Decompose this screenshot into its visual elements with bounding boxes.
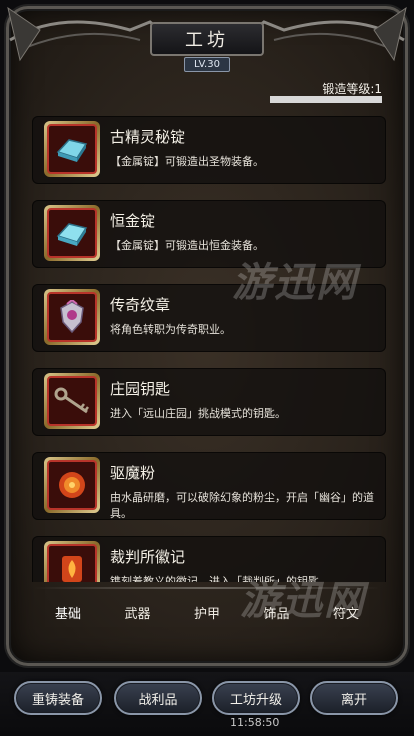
forge-progress-fill [271,97,381,102]
tab-armor[interactable]: 护甲 [179,603,235,622]
forge-progress-bar [270,96,382,103]
item-name: 裁判所徽记 [110,548,186,566]
tab-weapon[interactable]: 武器 [110,603,166,622]
item-name: 庄园钥匙 [110,380,171,398]
item-description: 【金属锭】可锻造出圣物装备。 [110,155,264,168]
item-icon-frame [44,541,100,582]
item-description: 由水晶研磨，可以破除幻象的粉尘，开启「幽谷」的道具。 [110,491,374,520]
item-name: 古精灵秘锭 [110,128,186,146]
tab-divider [34,587,380,589]
tab-basic[interactable]: 基础 [40,603,96,622]
loot-button[interactable]: 战利品 [114,681,202,715]
list-item[interactable]: 驱魔粉 由水晶研磨，可以破除幻象的粉尘，开启「幽谷」的道具。 [32,452,386,520]
item-description: 将角色转职为传奇职业。 [110,323,231,336]
workshop-level-badge: LV.30 [184,57,230,72]
item-list[interactable]: 古精灵秘锭 【金属锭】可锻造出圣物装备。 恒金锭 【金属锭】可锻造出恒金装备。 … [32,112,386,582]
fire-powder-icon [59,472,85,498]
blue-ingot-icon [56,139,88,162]
item-name: 恒金锭 [110,212,156,230]
tab-rune[interactable]: 符文 [318,603,374,622]
item-name: 驱魔粉 [110,464,156,482]
item-icon-frame [44,121,100,177]
list-item[interactable]: 古精灵秘锭 【金属锭】可锻造出圣物装备。 [32,116,386,184]
forge-level-label: 锻造等级:1 [322,82,382,96]
blue-ingot-icon [56,223,88,246]
workshop-upgrade-button[interactable]: 工坊升级 [212,681,300,715]
item-name: 传奇纹章 [110,296,171,314]
emblem-icon [60,300,84,334]
item-description: 【金属锭】可锻造出恒金装备。 [110,239,264,252]
fire-seal-icon [62,556,82,582]
item-icon-frame [44,205,100,261]
reforge-equipment-button[interactable]: 重铸装备 [14,681,102,715]
list-item[interactable]: 恒金锭 【金属锭】可锻造出恒金装备。 [32,200,386,268]
list-item[interactable]: 裁判所徽记 镌刻着教义的徽记，进入「裁判所」的钥匙。 [32,536,386,582]
tab-accessory[interactable]: 饰品 [249,603,305,622]
item-description: 镌刻着教义的徽记，进入「裁判所」的钥匙。 [110,575,330,582]
item-icon-frame [44,289,100,345]
key-icon [54,387,89,414]
category-tabs: 基础 武器 护甲 饰品 符文 [26,596,388,628]
leave-button[interactable]: 离开 [310,681,398,715]
item-icon-frame [44,457,100,513]
item-description: 进入「远山庄园」挑战模式的钥匙。 [110,407,286,420]
list-item[interactable]: 传奇纹章 将角色转职为传奇职业。 [32,284,386,352]
item-icon-frame [44,373,100,429]
clock: 11:58:50 [230,716,280,729]
list-item[interactable]: 庄园钥匙 进入「远山庄园」挑战模式的钥匙。 [32,368,386,436]
page-title: 工坊 [150,22,264,56]
